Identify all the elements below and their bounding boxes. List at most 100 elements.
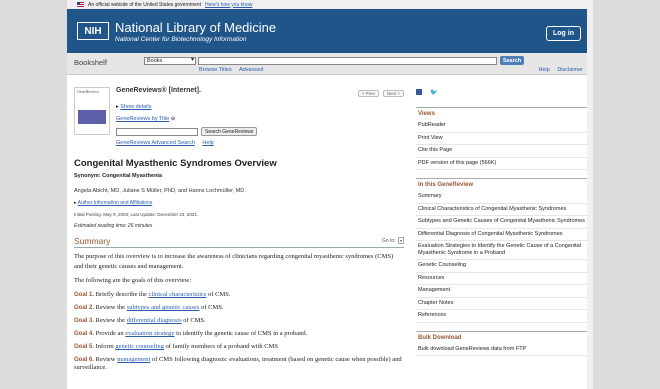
goal-label: Goal 6. [74, 357, 95, 363]
book-search-links: GeneReviews Advanced Search Help [116, 140, 220, 146]
site-title: National Library of Medicine [115, 19, 277, 35]
goal-link[interactable]: clinical characteristics [149, 291, 207, 298]
goals-intro: The following are the goals of this over… [74, 277, 192, 284]
bulk-panel: Bulk Download Bulk download GeneReviews … [416, 330, 589, 356]
goal-item: Goal 3. Review the differential diagnosi… [74, 317, 404, 325]
book-search-button[interactable]: Search GeneReviews [201, 127, 258, 136]
facebook-icon[interactable] [416, 89, 422, 95]
goal-post: of CMS. [199, 304, 224, 311]
help-links: Help Disclaimer [538, 67, 589, 73]
views-panel: Views PubReader Print View Cite this Page P… [416, 107, 589, 170]
browse-titles-link[interactable]: Browse Titles [199, 67, 232, 73]
heres-how-link[interactable]: Here's how you know [205, 2, 252, 8]
cover-image [78, 110, 106, 124]
help-link[interactable]: Help [538, 67, 549, 73]
goal-pre: Inform [95, 343, 116, 350]
synonym: Synonym: Congenital Myasthenia [74, 173, 163, 179]
advanced-search-link[interactable]: GeneReviews Advanced Search [116, 140, 195, 146]
toc-link[interactable]: Summary [416, 191, 589, 204]
toc-link[interactable]: Chapter Notes [416, 298, 589, 310]
goal-link[interactable]: evaluation strategy [125, 330, 174, 337]
search-sublinks: Browse Titles Advanced [199, 67, 269, 73]
goal-label: Goal 4. [74, 331, 95, 337]
search-input[interactable] [198, 57, 497, 65]
toc-link[interactable]: Differential Diagnosis of Congenital Mya… [416, 229, 589, 241]
goal-post: of CMS. [206, 291, 231, 298]
affiliations[interactable]: ▸ Author Information and Affiliations [74, 200, 404, 206]
views-link[interactable]: PubReader [416, 120, 589, 133]
toc-link[interactable]: Resources [416, 273, 589, 285]
search-bar: Bookshelf Books Search Browse Titles Adv… [67, 53, 593, 75]
toc-link[interactable]: Subtypes and Genetic Causes of Congenita… [416, 216, 589, 229]
search-button[interactable]: Search [500, 56, 524, 65]
goto-arrow-icon[interactable]: ▾ [397, 237, 404, 244]
goto-menu[interactable]: Go to: ▾ [381, 237, 404, 244]
book-search-input[interactable] [116, 128, 198, 136]
nih-logo[interactable]: NIH [77, 22, 109, 40]
goal-pre: Review the [95, 304, 127, 311]
goal-label: Goal 5. [74, 344, 95, 350]
collapse-icon[interactable]: ⊖ [171, 116, 176, 122]
disclaimer-link[interactable]: Disclaimer [557, 67, 583, 73]
goal-pre: Briefly describe the [95, 291, 149, 298]
show-details-link[interactable]: Show details [120, 104, 151, 110]
goal-item: Goal 2. Review the subtypes and genetic … [74, 304, 404, 312]
book-title: GeneReviews® [Internet]. [116, 87, 201, 94]
section-name[interactable]: Bookshelf [74, 58, 107, 67]
toc-link[interactable]: References [416, 310, 589, 323]
toc-link[interactable]: Clinical Characteristics of Congenital M… [416, 204, 589, 216]
views-link[interactable]: Cite this Page [416, 145, 589, 158]
book-header: GeneReviews GeneReviews® [Internet]. < P… [74, 86, 404, 152]
toc-link[interactable]: Genetic Counseling [416, 260, 589, 273]
by-title-link[interactable]: GeneReviews by Title [116, 116, 169, 122]
book-cover[interactable]: GeneReviews [74, 87, 110, 135]
goals-list: Goal 1. Briefly describe the clinical ch… [74, 291, 404, 372]
login-button[interactable]: Log in [546, 26, 581, 41]
toc-link[interactable]: Evaluation Strategies to Identify the Ge… [416, 241, 589, 260]
twitter-icon[interactable]: 🐦 [430, 89, 437, 96]
site-subtitle: National Center for Biotechnology Inform… [115, 35, 247, 43]
book-help-link[interactable]: Help [202, 140, 213, 146]
goal-link[interactable]: differential diagnosis [127, 317, 182, 324]
sidebar: 🐦 Views PubReader Print View Cite this Pag… [416, 86, 589, 356]
goal-item: Goal 1. Briefly describe the clinical ch… [74, 291, 404, 299]
goal-item: Goal 6. Review management of CMS followi… [74, 356, 404, 372]
goal-link[interactable]: subtypes and genetic causes [127, 304, 200, 311]
nlm-title[interactable]: National Library of Medicine National Ce… [115, 20, 276, 43]
goal-link[interactable]: genetic counseling [115, 343, 164, 350]
bulk-link[interactable]: Bulk download GeneReviews data from FTP [416, 344, 589, 356]
show-details[interactable]: ▸ Show details [116, 104, 151, 110]
goto-label: Go to: [381, 238, 396, 244]
goal-pre: Review [95, 356, 118, 363]
goal-label: Goal 2. [74, 305, 95, 311]
goal-label: Goal 1. [74, 292, 95, 298]
prev-button[interactable]: < Prev [357, 90, 379, 97]
gov-banner-text: An official website of the United States… [88, 1, 202, 8]
goal-label: Goal 3. [74, 318, 95, 324]
main-content: GeneReviews GeneReviews® [Internet]. < P… [74, 86, 404, 372]
goal-post: of CMS. [181, 317, 206, 324]
database-select[interactable]: Books [144, 57, 196, 65]
reading-time: Estimated reading time: 26 minutes [74, 223, 153, 229]
goal-pre: Provide an [95, 330, 126, 337]
goal-post: to identify the genetic cause of CMS in … [174, 330, 308, 337]
affiliations-link[interactable]: Author Information and Affiliations [78, 200, 153, 206]
goal-pre: Review the [95, 317, 127, 324]
gov-banner: An official website of the United States… [67, 0, 593, 9]
advanced-link[interactable]: Advanced [239, 67, 263, 73]
goal-post: of family members of a proband with CMS [163, 343, 278, 350]
views-heading: Views [418, 111, 435, 117]
page-title: Congenital Myasthenic Syndromes Overview [74, 158, 277, 169]
views-link[interactable]: PDF version of this page (566K) [416, 158, 589, 170]
goal-link[interactable]: management [117, 356, 150, 363]
summary-heading: Summary [74, 236, 111, 246]
views-link[interactable]: Print View [416, 133, 589, 145]
page: An official website of the United States… [67, 0, 593, 389]
scrollbar[interactable] [587, 0, 593, 389]
toc-link[interactable]: Management [416, 285, 589, 298]
next-button[interactable]: Next > [382, 90, 404, 97]
goal-item: Goal 4. Provide an evaluation strategy t… [74, 330, 404, 338]
by-title[interactable]: GeneReviews by Title ⊖ [116, 116, 175, 122]
pager: < Prev Next > [357, 90, 404, 97]
in-this-panel: In this GeneReview Summary Clinical Chara… [416, 178, 589, 323]
